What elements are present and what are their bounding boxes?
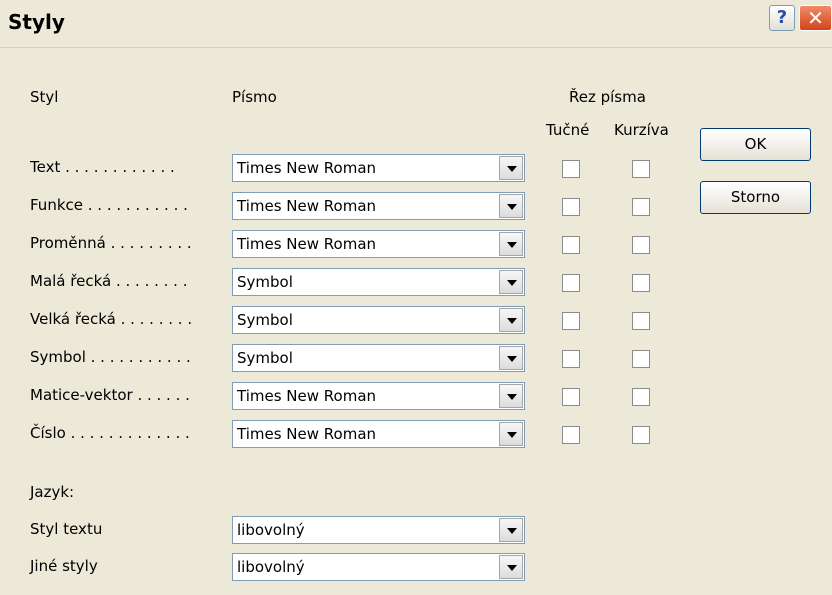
font-select-value: Times New Roman [237,425,377,443]
bold-checkbox-symbol[interactable] [562,350,580,368]
font-select-function[interactable]: Times New Roman [232,192,525,220]
chevron-down-icon[interactable] [499,555,523,579]
style-label-function: Funkce . . . . . . . . . . . [30,196,188,214]
font-select-value: Times New Roman [237,159,377,177]
style-label-variable: Proměnná . . . . . . . . . [30,234,192,252]
chevron-down-icon[interactable] [499,346,523,370]
style-label-number: Číslo . . . . . . . . . . . . . [30,424,190,442]
font-select-text[interactable]: Times New Roman [232,154,525,182]
chevron-down-icon[interactable] [499,232,523,256]
font-select-variable[interactable]: Times New Roman [232,230,525,258]
style-label-matrix-vector: Matice-vektor . . . . . . [30,386,190,404]
bold-checkbox-matrix-vector[interactable] [562,388,580,406]
close-button[interactable]: ✕ [799,5,832,31]
chevron-down-icon[interactable] [499,422,523,446]
style-label-lc-greek: Malá řecká . . . . . . . . [30,272,188,290]
chevron-down-icon[interactable] [499,518,523,542]
language-heading: Jazyk: [30,483,75,501]
italic-checkbox-matrix-vector[interactable] [632,388,650,406]
style-label-uc-greek: Velká řecká . . . . . . . . [30,310,193,328]
bold-checkbox-number[interactable] [562,426,580,444]
italic-checkbox-symbol[interactable] [632,350,650,368]
style-label-text: Text . . . . . . . . . . . . [30,158,175,176]
font-select-value: Times New Roman [237,235,377,253]
chevron-down-icon[interactable] [499,270,523,294]
chevron-down-icon[interactable] [499,156,523,180]
bold-checkbox-text[interactable] [562,160,580,178]
bold-checkbox-uc-greek[interactable] [562,312,580,330]
header-style: Styl [30,88,59,106]
italic-checkbox-text[interactable] [632,160,650,178]
italic-checkbox-variable[interactable] [632,236,650,254]
header-bold: Tučné [546,121,590,139]
italic-checkbox-number[interactable] [632,426,650,444]
font-select-number[interactable]: Times New Roman [232,420,525,448]
font-select-value: Symbol [237,349,293,367]
header-typeface: Řez písma [569,88,646,106]
font-select-matrix-vector[interactable]: Times New Roman [232,382,525,410]
bold-checkbox-variable[interactable] [562,236,580,254]
font-select-value: Symbol [237,273,293,291]
other-styles-value: libovolný [237,558,305,576]
font-select-symbol[interactable]: Symbol [232,344,525,372]
italic-checkbox-function[interactable] [632,198,650,216]
font-select-uc-greek[interactable]: Symbol [232,306,525,334]
text-style-label: Styl textu [30,520,103,538]
chevron-down-icon[interactable] [499,308,523,332]
title-bar: Styly ? ✕ [0,0,832,48]
window-title: Styly [8,10,65,34]
text-style-value: libovolný [237,521,305,539]
font-select-value: Times New Roman [237,387,377,405]
chevron-down-icon[interactable] [499,194,523,218]
italic-checkbox-lc-greek[interactable] [632,274,650,292]
style-label-symbol: Symbol . . . . . . . . . . . [30,348,191,366]
font-select-value: Times New Roman [237,197,377,215]
chevron-down-icon[interactable] [499,384,523,408]
bold-checkbox-lc-greek[interactable] [562,274,580,292]
font-select-lc-greek[interactable]: Symbol [232,268,525,296]
other-styles-select[interactable]: libovolný [232,553,525,581]
text-style-select[interactable]: libovolný [232,516,525,544]
cancel-button[interactable]: Storno [700,181,811,214]
italic-checkbox-uc-greek[interactable] [632,312,650,330]
header-italic: Kurzíva [614,121,669,139]
font-select-value: Symbol [237,311,293,329]
bold-checkbox-function[interactable] [562,198,580,216]
header-font: Písmo [232,88,277,106]
other-styles-label: Jiné styly [30,557,98,575]
help-button[interactable]: ? [769,5,795,31]
ok-button[interactable]: OK [700,128,811,161]
